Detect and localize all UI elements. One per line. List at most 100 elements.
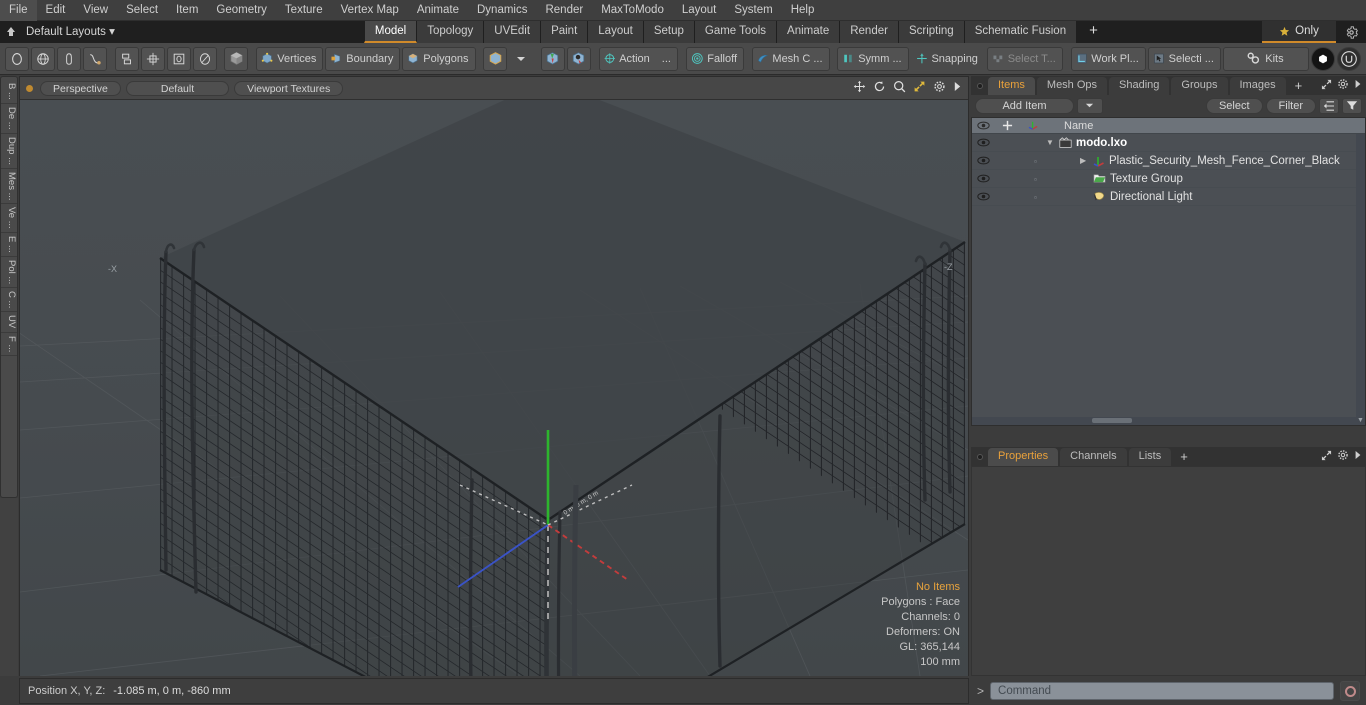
center-icon[interactable] — [140, 46, 165, 71]
properties-tab-properties[interactable]: Properties — [988, 448, 1059, 466]
viewport-shading-selector[interactable]: Viewport Textures — [234, 80, 344, 96]
axis-cell[interactable]: ▫ — [1020, 155, 1046, 167]
vertical-tab-mes[interactable]: Mes ... — [1, 169, 17, 205]
arrow-right-icon[interactable] — [1354, 79, 1362, 92]
layout-tab-paint[interactable]: Paint — [541, 21, 589, 43]
vertical-tab-c[interactable]: C ... — [1, 288, 17, 313]
menu-item-texture[interactable]: Texture — [276, 0, 332, 21]
eye-icon[interactable] — [972, 138, 994, 147]
list-icon[interactable] — [1319, 97, 1339, 114]
layout-tab-topology[interactable]: Topology — [417, 21, 485, 43]
axis-cell[interactable]: ▫ — [1020, 173, 1046, 185]
tree-row[interactable]: ▫ Directional Light — [972, 188, 1365, 206]
menu-item-view[interactable]: View — [74, 0, 117, 21]
items-tab-shading[interactable]: Shading — [1109, 77, 1170, 95]
home-icon[interactable] — [0, 21, 22, 43]
square-icon[interactable] — [166, 46, 191, 71]
layout-tab-layout[interactable]: Layout — [588, 21, 644, 43]
zoom-icon[interactable] — [893, 80, 906, 93]
gear-icon[interactable] — [1338, 21, 1364, 43]
layout-tab-setup[interactable]: Setup — [643, 21, 695, 43]
vertical-tab-ve[interactable]: Ve ... — [1, 204, 17, 233]
layout-tab-uvedit[interactable]: UVEdit — [484, 21, 542, 43]
twisty-open-icon[interactable]: ▼ — [1046, 138, 1055, 147]
tree-row[interactable]: ▫ ▶ Plastic_Security_Mesh_Fence_Corner_Bla… — [972, 152, 1365, 170]
twisty-closed-icon[interactable]: ▶ — [1080, 156, 1089, 165]
items-tree-hscrollbar[interactable] — [972, 417, 1356, 425]
vertical-tab-dup[interactable]: Dup ... — [1, 134, 17, 169]
menu-item-render[interactable]: Render — [536, 0, 592, 21]
items-tab-items[interactable]: Items — [988, 77, 1035, 95]
items-tree-vscrollbar[interactable]: ▼ — [1356, 134, 1365, 425]
expand-icon[interactable] — [1321, 79, 1332, 93]
funnel-icon[interactable] — [1342, 97, 1362, 114]
add-properties-tab-button[interactable]: + — [1173, 448, 1195, 466]
eye-icon[interactable] — [972, 192, 994, 201]
items-tab-images[interactable]: Images — [1229, 77, 1286, 95]
item-mode-icon[interactable] — [483, 46, 508, 71]
vertical-tab-pol[interactable]: Pol ... — [1, 257, 17, 288]
curve-icon[interactable] — [83, 46, 107, 71]
layout-tab-render[interactable]: Render — [840, 21, 899, 43]
polygons-mode-button[interactable]: Polygons — [402, 46, 476, 71]
menu-item-item[interactable]: Item — [167, 0, 207, 21]
only-button[interactable]: Only — [1262, 21, 1336, 43]
unreal-logo-icon[interactable] — [1336, 46, 1361, 71]
select-through-button[interactable]: Select T... — [986, 46, 1063, 71]
vertical-tab-uv[interactable]: UV — [1, 312, 17, 333]
layout-tab-schematic-fusion[interactable]: Schematic Fusion — [964, 21, 1078, 43]
layout-tab-animate[interactable]: Animate — [777, 21, 841, 43]
arrow-right-icon[interactable] — [953, 81, 962, 92]
pin-a-icon[interactable] — [540, 46, 565, 71]
menu-item-select[interactable]: Select — [117, 0, 167, 21]
vertical-tab-de[interactable]: De ... — [1, 104, 17, 134]
add-layout-tab-button[interactable]: + — [1077, 21, 1110, 43]
action-center-button[interactable]: Action ... — [598, 46, 678, 71]
snapping-button[interactable]: Snapping — [911, 47, 985, 71]
properties-tab-lists[interactable]: Lists — [1128, 448, 1172, 466]
viewport-3d-canvas[interactable]: 0 m, 0 m, 0 m Y X Z -X -Z — [20, 100, 968, 676]
menu-item-maxtomodo[interactable]: MaxToModo — [592, 0, 673, 21]
panel-dot-icon[interactable] — [977, 454, 983, 460]
viewport-active-dot[interactable] — [26, 84, 33, 92]
menu-item-system[interactable]: System — [725, 0, 781, 21]
symmetry-button[interactable]: Symm ... — [837, 46, 909, 71]
eye-icon[interactable] — [972, 156, 994, 165]
gear-icon[interactable] — [933, 80, 946, 93]
pin-b-icon[interactable] — [566, 46, 591, 71]
expand-icon[interactable] — [1321, 450, 1332, 464]
kits-button[interactable]: Kits — [1222, 46, 1309, 71]
fit-icon[interactable] — [913, 80, 926, 93]
viewport-projection-selector[interactable]: Perspective — [40, 80, 121, 96]
command-input[interactable]: Command — [990, 682, 1334, 700]
cube-dropdown-icon[interactable] — [509, 47, 533, 71]
panel-dot-icon[interactable] — [977, 83, 983, 89]
modo-logo-icon[interactable] — [1310, 46, 1335, 71]
vertical-tab-e[interactable]: E ... — [1, 233, 17, 257]
gear-icon[interactable] — [1337, 78, 1349, 93]
menu-item-dynamics[interactable]: Dynamics — [468, 0, 536, 21]
menu-item-animate[interactable]: Animate — [408, 0, 468, 21]
arrow-right-icon[interactable] — [1354, 450, 1362, 463]
record-icon[interactable] — [1340, 681, 1360, 701]
vertices-mode-button[interactable]: Vertices — [256, 46, 324, 71]
move-icon[interactable] — [853, 80, 866, 93]
pen-icon[interactable] — [57, 46, 81, 71]
hscroll-thumb[interactable] — [1092, 418, 1132, 423]
menu-item-geometry[interactable]: Geometry — [207, 0, 276, 21]
work-plane-button[interactable]: Work Pl... — [1070, 46, 1146, 71]
menu-item-file[interactable]: File — [0, 0, 37, 21]
properties-tab-channels[interactable]: Channels — [1060, 448, 1127, 466]
items-tab-groups[interactable]: Groups — [1171, 77, 1228, 95]
selection-sets-button[interactable]: Selecti ... — [1147, 46, 1221, 71]
align-icon[interactable] — [114, 46, 139, 71]
mesh-constraint-button[interactable]: Mesh C ... — [751, 46, 830, 71]
viewport-style-selector[interactable]: Default — [125, 80, 230, 96]
tree-row[interactable]: ▼ modo.lxo — [972, 134, 1365, 152]
menu-item-layout[interactable]: Layout — [673, 0, 726, 21]
add-items-tab-button[interactable]: + — [1288, 77, 1310, 95]
rotate-icon[interactable] — [873, 80, 886, 93]
boundary-mode-button[interactable]: Boundary — [325, 46, 401, 71]
menu-item-vertex-map[interactable]: Vertex Map — [332, 0, 408, 21]
add-item-dropdown[interactable] — [1076, 97, 1103, 114]
